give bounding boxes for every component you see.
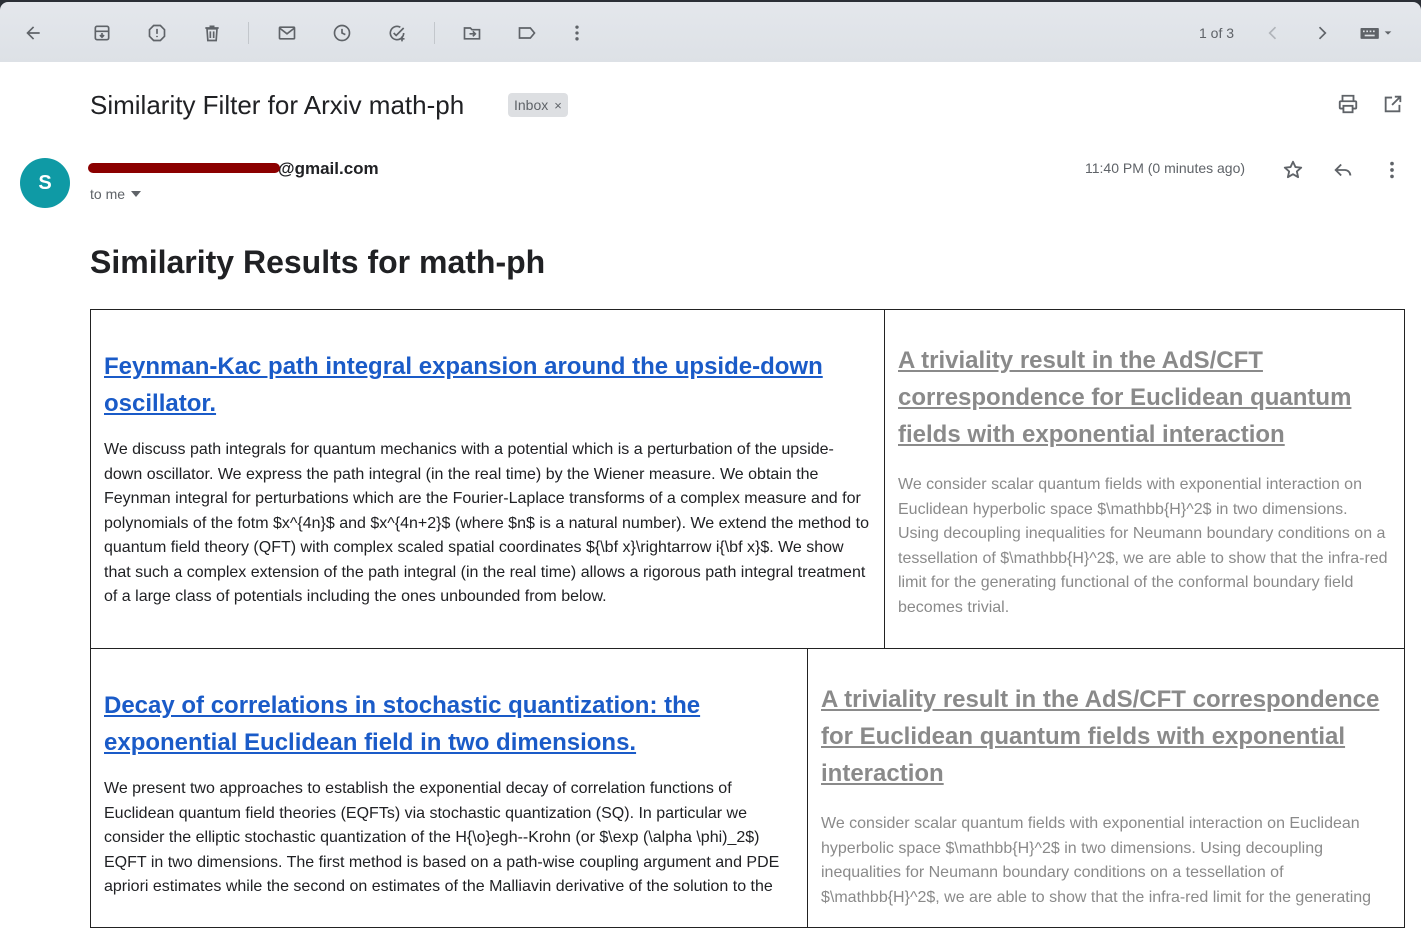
redaction-mark [88,162,280,173]
keyboard-icon[interactable] [1356,22,1400,44]
recipient-text: to me [90,186,126,202]
newer-icon[interactable] [1262,22,1284,44]
pager-count: 1 of 3 [1199,25,1235,41]
similar-paper-abstract: We consider scalar quantum fields with e… [898,476,1388,616]
result-cell-similar: A triviality result in the AdS/CFT corre… [807,648,1405,928]
reply-icon[interactable] [1331,158,1355,182]
paper-title-link[interactable]: Feynman-Kac path integral expansion arou… [104,348,871,422]
paper-abstract: We discuss path integrals for quantum me… [104,441,869,605]
add-task-icon[interactable] [386,22,408,44]
chevron-down-icon [131,191,142,197]
result-cell-primary: Decay of correlations in stochastic quan… [90,648,808,928]
label-text: Inbox [514,97,549,113]
sender-address[interactable]: @gmail.com [88,159,379,179]
paper-title-link[interactable]: Decay of correlations in stochastic quan… [104,687,794,761]
open-in-new-window-icon[interactable] [1381,92,1405,116]
email-subject: Similarity Filter for Arxiv math-ph [90,90,465,120]
recipient-details[interactable]: to me [90,186,142,202]
paper-abstract: We present two approaches to establish t… [104,780,780,895]
more-options-icon[interactable] [1380,158,1404,182]
back-icon[interactable] [22,22,44,44]
toolbar-divider [434,22,435,44]
more-vert-icon[interactable] [566,22,588,44]
avatar[interactable]: S [20,158,70,208]
snooze-icon[interactable] [331,22,353,44]
remove-label-icon[interactable]: × [554,98,562,113]
report-spam-icon[interactable] [146,22,168,44]
results-heading: Similarity Results for math-ph [90,244,546,280]
move-to-icon[interactable] [461,22,483,44]
sender-domain: @gmail.com [278,159,379,178]
result-cell-similar: A triviality result in the AdS/CFT corre… [884,309,1405,649]
window-frame: 1 of 3 Similarity Filter for Arxiv math-… [0,0,1421,928]
similar-paper-abstract: We consider scalar quantum fields with e… [821,815,1372,906]
inbox-label-chip[interactable]: Inbox × [508,93,568,117]
similar-paper-title-link[interactable]: A triviality result in the AdS/CFT corre… [821,681,1391,792]
timestamp: 11:40 PM (0 minutes ago) [1085,160,1246,176]
result-cell-primary: Feynman-Kac path integral expansion arou… [90,309,885,649]
label-icon[interactable] [516,22,538,44]
message-view: Similarity Filter for Arxiv math-ph Inbo… [0,62,1421,928]
toolbar: 1 of 3 [0,2,1421,62]
archive-icon[interactable] [91,22,113,44]
print-icon[interactable] [1336,92,1360,116]
mark-unread-icon[interactable] [276,22,298,44]
toolbar-divider [248,22,249,44]
star-icon[interactable] [1281,158,1305,182]
delete-icon[interactable] [201,22,223,44]
older-icon[interactable] [1311,22,1333,44]
similar-paper-title-link[interactable]: A triviality result in the AdS/CFT corre… [898,342,1391,453]
